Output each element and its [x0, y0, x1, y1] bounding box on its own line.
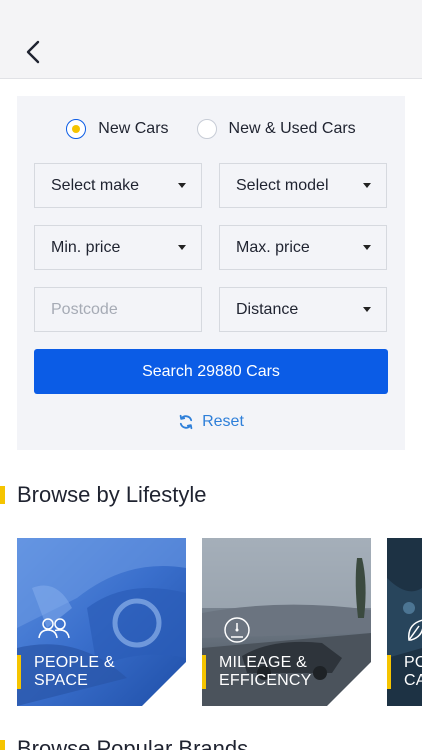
- chevron-left-icon: [26, 40, 40, 64]
- tile-label-line1: PEOPLE &: [34, 654, 115, 671]
- radio-unselected-icon: [196, 119, 217, 139]
- tile-accent-bar: [202, 655, 206, 689]
- radio-label: New & Used Cars: [228, 120, 356, 137]
- top-nav-bar: [0, 0, 422, 79]
- model-select[interactable]: Select model: [219, 163, 387, 208]
- tile-corner-cut: [327, 662, 371, 706]
- tile-label: PO CA: [404, 654, 422, 690]
- lifestyle-section-header: Browse by Lifestyle: [0, 480, 207, 510]
- car-type-radio-group: New Cars New & Used Cars: [17, 116, 405, 142]
- min-price-select[interactable]: Min. price: [34, 225, 202, 270]
- max-price-value: Max. price: [236, 238, 310, 256]
- reset-label: Reset: [202, 413, 244, 430]
- section-title: Browse by Lifestyle: [17, 482, 207, 507]
- postcode-placeholder: Postcode: [51, 300, 118, 318]
- caret-down-icon: [363, 307, 371, 312]
- leaf-icon: [408, 619, 422, 641]
- car-search-form: New Cars New & Used Cars Select make Sel…: [17, 96, 405, 450]
- make-select[interactable]: Select make: [34, 163, 202, 208]
- speedometer-icon: [224, 617, 250, 643]
- caret-down-icon: [178, 183, 186, 188]
- tile-label-line2: CA: [404, 672, 422, 689]
- caret-down-icon: [363, 245, 371, 250]
- tile-accent-bar: [17, 655, 21, 689]
- section-accent-bar: [0, 486, 5, 504]
- tile-label-line2: SPACE: [34, 672, 89, 689]
- tile-label-line1: MILEAGE &: [219, 654, 308, 671]
- distance-value: Distance: [236, 300, 299, 318]
- tile-label: PEOPLE & SPACE: [34, 654, 115, 690]
- tile-corner-cut: [142, 662, 186, 706]
- tile-accent-bar: [387, 655, 391, 689]
- refresh-icon: [179, 414, 193, 430]
- max-price-select[interactable]: Max. price: [219, 225, 387, 270]
- min-price-value: Min. price: [51, 238, 121, 256]
- tile-label-line1: PO: [404, 654, 422, 671]
- distance-select[interactable]: Distance: [219, 287, 387, 332]
- lifestyle-tile-people-space[interactable]: PEOPLE & SPACE: [17, 538, 186, 706]
- lifestyle-tile-mileage-efficiency[interactable]: MILEAGE & EFFICENCY: [202, 538, 371, 706]
- search-cars-button[interactable]: Search 29880 Cars: [34, 349, 388, 394]
- make-select-value: Select make: [51, 176, 140, 194]
- caret-down-icon: [363, 183, 371, 188]
- people-icon: [38, 618, 70, 639]
- radio-selected-icon: [66, 119, 87, 139]
- section-accent-bar: [0, 740, 5, 750]
- lifestyle-tile-partial[interactable]: PO CA: [387, 538, 422, 706]
- section-title: Browse Popular Brands: [17, 736, 249, 750]
- caret-down-icon: [178, 245, 186, 250]
- brands-section-header: Browse Popular Brands: [0, 734, 248, 750]
- tile-label-line2: EFFICENCY: [219, 672, 312, 689]
- reset-button[interactable]: Reset: [17, 412, 405, 432]
- back-button[interactable]: [18, 36, 48, 68]
- postcode-input[interactable]: Postcode: [34, 287, 202, 332]
- radio-label: New Cars: [98, 120, 169, 137]
- tile-label: MILEAGE & EFFICENCY: [219, 654, 311, 690]
- radio-new-cars[interactable]: New Cars: [66, 116, 169, 142]
- model-select-value: Select model: [236, 176, 329, 194]
- radio-new-used-cars[interactable]: New & Used Cars: [196, 116, 356, 142]
